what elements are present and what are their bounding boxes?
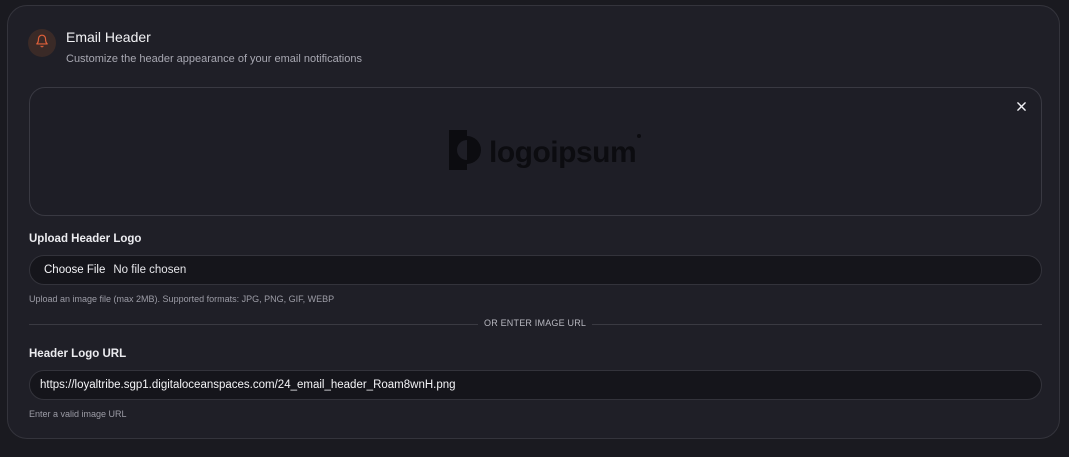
section-header: Email Header Customize the header appear…	[28, 28, 362, 65]
file-upload-field[interactable]: Choose File No file chosen	[29, 255, 1042, 285]
bell-icon	[35, 34, 49, 53]
upload-help-text: Upload an image file (max 2MB). Supporte…	[29, 294, 335, 304]
logo-mark-icon	[449, 130, 481, 175]
remove-logo-button[interactable]	[1013, 99, 1029, 115]
header-logo-image: logoipsum	[449, 130, 642, 175]
logo-registered-dot	[637, 134, 642, 138]
url-help-text: Enter a valid image URL	[29, 409, 127, 419]
section-subtitle: Customize the header appearance of your …	[66, 53, 362, 65]
logo-url-input[interactable]: https://loyaltribe.sgp1.digitaloceanspac…	[29, 370, 1042, 400]
upload-label: Upload Header Logo	[29, 233, 142, 245]
logo-url-value: https://loyaltribe.sgp1.digitaloceanspac…	[40, 379, 456, 391]
url-label: Header Logo URL	[29, 348, 127, 360]
file-status: No file chosen	[113, 264, 187, 276]
logo-preview: logoipsum	[29, 87, 1042, 216]
divider-label: OR ENTER IMAGE URL	[478, 318, 593, 328]
close-icon	[1016, 98, 1026, 116]
section-header-text: Email Header Customize the header appear…	[66, 28, 362, 65]
choose-file-button[interactable]: Choose File	[44, 264, 105, 276]
bell-icon-badge	[28, 29, 56, 57]
logo-wordmark: logoipsum	[489, 135, 637, 169]
section-title: Email Header	[66, 29, 151, 45]
email-header-card: Email Header Customize the header appear…	[7, 5, 1060, 439]
